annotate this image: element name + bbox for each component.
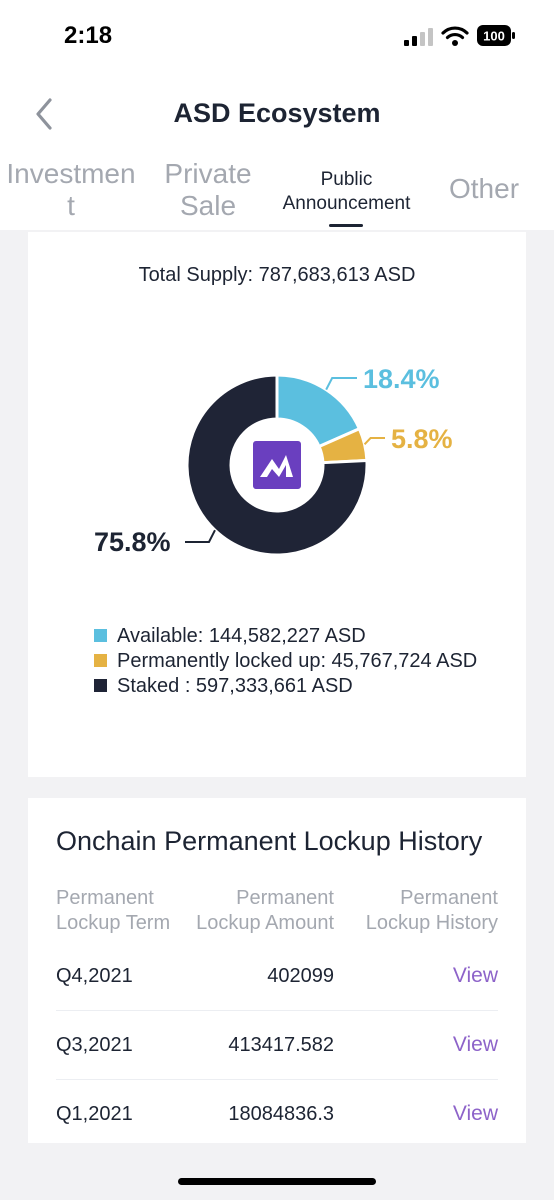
column-header-line: Lockup Amount — [196, 912, 334, 934]
table-row: Q3,2021 413417.582 View — [56, 1033, 498, 1102]
column-header-line: Permanent — [400, 887, 498, 909]
view-link[interactable]: View — [453, 964, 498, 988]
home-indicator[interactable] — [178, 1178, 376, 1185]
legend-swatch — [94, 654, 107, 667]
chart-legend: Available: 144,582,227 ASD Permanently l… — [94, 624, 477, 699]
legend-text: Available: 144,582,227 ASD — [117, 625, 366, 647]
table-row: Q4,2021 402099 View — [56, 964, 498, 1033]
leader-line — [363, 437, 385, 445]
column-header-line: Permanent — [56, 887, 154, 909]
leader-line — [185, 529, 216, 543]
slice-label-permanently-locked: 5.8% — [391, 424, 453, 454]
table-row: Q1,2021 18084836.3 View — [56, 1102, 498, 1171]
legend-swatch — [94, 679, 107, 692]
legend-item-permanently-locked: Permanently locked up: 45,767,724 ASD — [94, 649, 477, 674]
row-divider — [56, 1079, 498, 1080]
column-header-line: Lockup Term — [56, 912, 171, 934]
lockup-term: Q4,2021 — [56, 965, 133, 987]
row-divider — [56, 1010, 498, 1011]
legend-swatch — [94, 629, 107, 642]
lockup-term: Q1,2021 — [56, 1103, 133, 1125]
lockup-amount: 18084836.3 — [228, 1103, 334, 1125]
column-header-history: Permanent Lockup History — [350, 886, 498, 936]
lockup-amount: 413417.582 — [228, 1034, 334, 1056]
legend-text: Permanently locked up: 45,767,724 ASD — [117, 650, 478, 672]
column-header-amount: Permanent Lockup Amount — [180, 886, 334, 936]
legend-text: Staked : 597,333,661 ASD — [117, 675, 353, 697]
legend-item-available: Available: 144,582,227 ASD — [94, 624, 477, 649]
column-header-line: Permanent — [236, 887, 334, 909]
asd-logo-icon — [253, 441, 301, 489]
leader-line — [325, 377, 357, 391]
lockup-amount: 402099 — [267, 965, 334, 987]
slice-label-available: 18.4% — [363, 364, 440, 394]
column-header-term: Permanent Lockup Term — [56, 886, 196, 936]
view-link[interactable]: View — [453, 1033, 498, 1057]
column-header-line: Lockup History — [365, 912, 498, 934]
legend-item-staked: Staked : 597,333,661 ASD — [94, 674, 477, 699]
lockup-term: Q3,2021 — [56, 1034, 133, 1056]
slice-label-staked: 75.8% — [94, 527, 171, 557]
view-link[interactable]: View — [453, 1102, 498, 1126]
lockup-history-title: Onchain Permanent Lockup History — [56, 826, 483, 856]
